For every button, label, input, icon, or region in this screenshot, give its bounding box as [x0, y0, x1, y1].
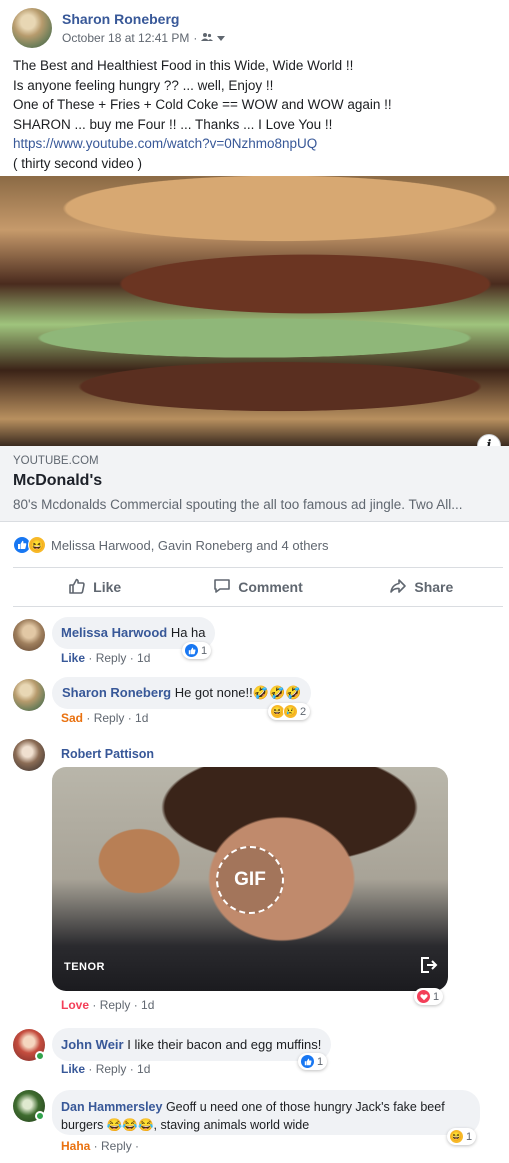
author-name[interactable]: Sharon Roneberg — [62, 11, 179, 27]
comment-time[interactable]: 1d — [141, 998, 154, 1012]
commenter-avatar[interactable] — [13, 619, 45, 651]
comment: Sharon Roneberg He got none!!🤣🤣🤣 😆 😢 2 S… — [0, 675, 509, 730]
comment-reply-link[interactable]: Reply — [94, 711, 125, 725]
open-external-icon[interactable] — [418, 955, 438, 978]
reaction-count: 2 — [300, 705, 307, 718]
like-label: Like — [93, 579, 122, 595]
post-text-line: SHARON ... buy me Four !! ... Thanks ...… — [13, 116, 333, 132]
reaction-count: 1 — [433, 990, 440, 1003]
reaction-count: 1 — [201, 644, 208, 657]
link-description: 80's Mcdonalds Commercial spouting the a… — [13, 497, 463, 512]
comment-reply-link[interactable]: Reply — [96, 651, 127, 665]
reactions-text[interactable]: Melissa Harwood, Gavin Roneberg and 4 ot… — [51, 538, 328, 553]
link-title[interactable]: McDonald's — [13, 472, 102, 490]
comment-bubble: John Weir I like their bacon and egg muf… — [52, 1028, 332, 1061]
commenter-avatar[interactable] — [13, 679, 45, 711]
comment: Melissa Harwood Ha ha 1 Like · Reply · 1… — [0, 615, 509, 670]
comment-reactions[interactable]: 1 — [298, 1053, 328, 1070]
commenter-avatar[interactable] — [13, 739, 45, 771]
commenter-name[interactable]: Robert Pattison — [61, 747, 154, 761]
post-text-line: The Best and Healthiest Food in this Wid… — [13, 58, 354, 73]
comment: Dan Hammersley Geoff u need one of those… — [0, 1088, 509, 1160]
comment-actions: Haha · Reply · — [61, 1139, 140, 1153]
post-link[interactable]: https://www.youtube.com/watch?v=0Nzhmo8n… — [13, 134, 498, 154]
comment-like-link[interactable]: Like — [61, 651, 85, 665]
commenter-name[interactable]: Dan Hammersley — [61, 1100, 162, 1114]
gif-provider-label: TENOR — [64, 961, 105, 973]
post-actions: Like Comment Share — [13, 567, 503, 607]
commenter-name[interactable]: John Weir — [61, 1037, 124, 1052]
post-note: ( thirty second video ) — [13, 155, 143, 171]
share-icon — [389, 577, 407, 598]
reaction-count: 1 — [317, 1055, 324, 1068]
comment-icon — [213, 577, 231, 598]
friends-icon[interactable] — [201, 31, 214, 45]
comment-reactions[interactable]: 😆 1 — [447, 1128, 477, 1145]
video-thumbnail[interactable] — [0, 176, 509, 446]
comment-reaction-link[interactable]: Love — [61, 998, 89, 1012]
author-avatar[interactable] — [12, 8, 52, 48]
post-text-line: Is anyone feeling hungry ?? ... well, En… — [13, 77, 274, 93]
comment-text: I like their bacon and egg muffins! — [127, 1037, 322, 1052]
comment-button[interactable]: Comment — [176, 568, 339, 606]
comment-actions: Like · Reply · 1d — [61, 651, 151, 665]
haha-reaction-icon: 😆 — [449, 1129, 464, 1144]
comment-text: Ha ha — [170, 625, 206, 640]
comment-actions: Like · Reply · 1d — [61, 1062, 151, 1076]
share-button[interactable]: Share — [340, 568, 503, 606]
comment-reaction-link[interactable]: Sad — [61, 711, 83, 725]
comment-reactions[interactable]: 😆 😢 2 — [268, 703, 311, 720]
comment-reply-link[interactable]: Reply — [96, 1062, 127, 1076]
reactions-summary[interactable]: 😆 Melissa Harwood, Gavin Roneberg and 4 … — [13, 536, 328, 554]
comment-actions: Sad · Reply · 1d — [61, 711, 149, 725]
comment-reply-link[interactable]: Reply — [100, 998, 131, 1012]
thumbs-up-icon — [68, 577, 86, 598]
haha-reaction-icon: 😆 — [28, 536, 46, 554]
gif-attachment[interactable]: GIF TENOR — [52, 767, 448, 991]
comment: John Weir I like their bacon and egg muf… — [0, 1026, 509, 1081]
post-timestamp[interactable]: October 18 at 12:41 PM — [62, 31, 189, 45]
comment-reactions[interactable]: 1 — [414, 988, 444, 1005]
share-label: Share — [414, 579, 454, 595]
comment-time[interactable]: 1d — [135, 711, 148, 725]
comment-time[interactable]: 1d — [137, 651, 150, 665]
comment-like-link[interactable]: Like — [61, 1062, 85, 1076]
like-reaction-icon — [300, 1054, 315, 1069]
like-button[interactable]: Like — [13, 568, 176, 606]
post-header: Sharon Roneberg October 18 at 12:41 PM · — [10, 6, 500, 50]
sad-reaction-icon: 😢 — [283, 704, 298, 719]
chevron-down-icon[interactable] — [217, 31, 226, 45]
comment-reaction-link[interactable]: Haha — [61, 1139, 90, 1153]
commenter-name[interactable]: Sharon Roneberg — [62, 685, 171, 700]
online-status-indicator — [35, 1111, 45, 1121]
online-status-indicator — [35, 1051, 45, 1061]
post-meta: October 18 at 12:41 PM · — [62, 31, 226, 45]
comment-bubble: Dan Hammersley Geoff u need one of those… — [52, 1090, 480, 1135]
post-body: The Best and Healthiest Food in this Wid… — [13, 56, 498, 173]
commenter-name[interactable]: Melissa Harwood — [61, 625, 167, 640]
love-reaction-icon — [416, 989, 431, 1004]
comment-text: He got none!!🤣🤣🤣 — [174, 685, 302, 700]
like-reaction-icon — [184, 643, 199, 658]
comment-reactions[interactable]: 1 — [182, 642, 212, 659]
comment-reply-link[interactable]: Reply — [101, 1139, 132, 1153]
comment-time[interactable]: 1d — [137, 1062, 150, 1076]
comment-actions: Love · Reply · 1d — [61, 998, 155, 1012]
reaction-count: 1 — [466, 1130, 473, 1143]
link-domain: YOUTUBE.COM — [13, 455, 99, 467]
post-text-line: One of These + Fries + Cold Coke == WOW … — [13, 97, 392, 112]
comment-label: Comment — [238, 579, 303, 595]
link-preview-card[interactable]: YOUTUBE.COM McDonald's 80's Mcdonalds Co… — [0, 446, 509, 522]
gif-play-badge[interactable]: GIF — [216, 846, 284, 914]
